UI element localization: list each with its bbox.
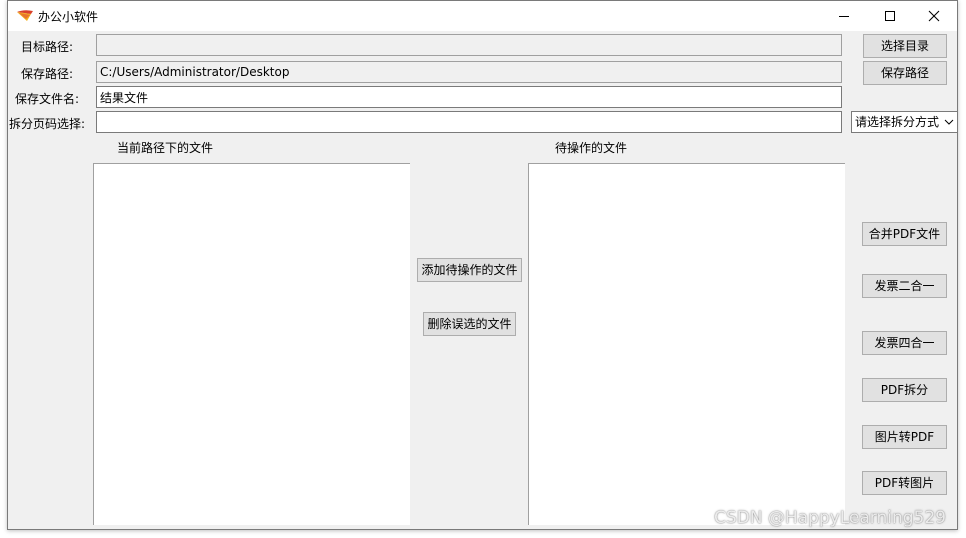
save-path-label: 保存路径:: [20, 67, 73, 81]
minimize-button[interactable]: [821, 1, 867, 31]
pdf-split-button[interactable]: PDF拆分: [862, 378, 947, 402]
target-path-label: 目标路径:: [20, 40, 73, 54]
app-window: 办公小软件 目标路径: 选择目录 保存路径: 保存路径 保存文件名: 拆分页码选…: [7, 0, 958, 530]
title-bar[interactable]: 办公小软件: [8, 1, 957, 31]
pdf-to-image-button[interactable]: PDF转图片: [862, 471, 947, 495]
window-title: 办公小软件: [38, 10, 99, 24]
current-files-list[interactable]: [93, 163, 410, 525]
save-path-button[interactable]: 保存路径: [863, 61, 947, 85]
app-logo-icon: [16, 8, 34, 24]
save-path-field[interactable]: [96, 61, 842, 83]
split-mode-selected: 请选择拆分方式: [855, 115, 940, 129]
split-pages-field[interactable]: [96, 111, 842, 133]
remove-files-button[interactable]: 删除误选的文件: [423, 312, 516, 336]
current-files-header: 当前路径下的文件: [117, 141, 214, 155]
image-to-pdf-button[interactable]: 图片转PDF: [862, 425, 947, 449]
split-mode-select[interactable]: 请选择拆分方式: [851, 111, 958, 133]
pending-files-list[interactable]: [528, 163, 845, 525]
watermark: CSDN @HappyLearning529: [714, 508, 946, 528]
add-files-button[interactable]: 添加待操作的文件: [417, 258, 522, 282]
close-icon: [928, 10, 940, 22]
pending-files-header: 待操作的文件: [555, 141, 628, 155]
target-path-field[interactable]: [96, 34, 842, 56]
merge-pdf-button[interactable]: 合并PDF文件: [862, 222, 947, 246]
invoice-four-in-one-button[interactable]: 发票四合一: [862, 331, 947, 355]
invoice-two-in-one-button[interactable]: 发票二合一: [862, 274, 947, 298]
maximize-button[interactable]: [867, 1, 913, 31]
maximize-icon: [885, 11, 895, 21]
save-filename-label: 保存文件名:: [14, 92, 79, 106]
close-button[interactable]: [911, 1, 957, 31]
save-filename-field[interactable]: [96, 86, 842, 108]
chevron-down-icon: [943, 115, 955, 129]
split-pages-label: 拆分页码选择:: [8, 117, 85, 131]
minimize-icon: [839, 16, 849, 17]
select-directory-button[interactable]: 选择目录: [863, 34, 947, 58]
